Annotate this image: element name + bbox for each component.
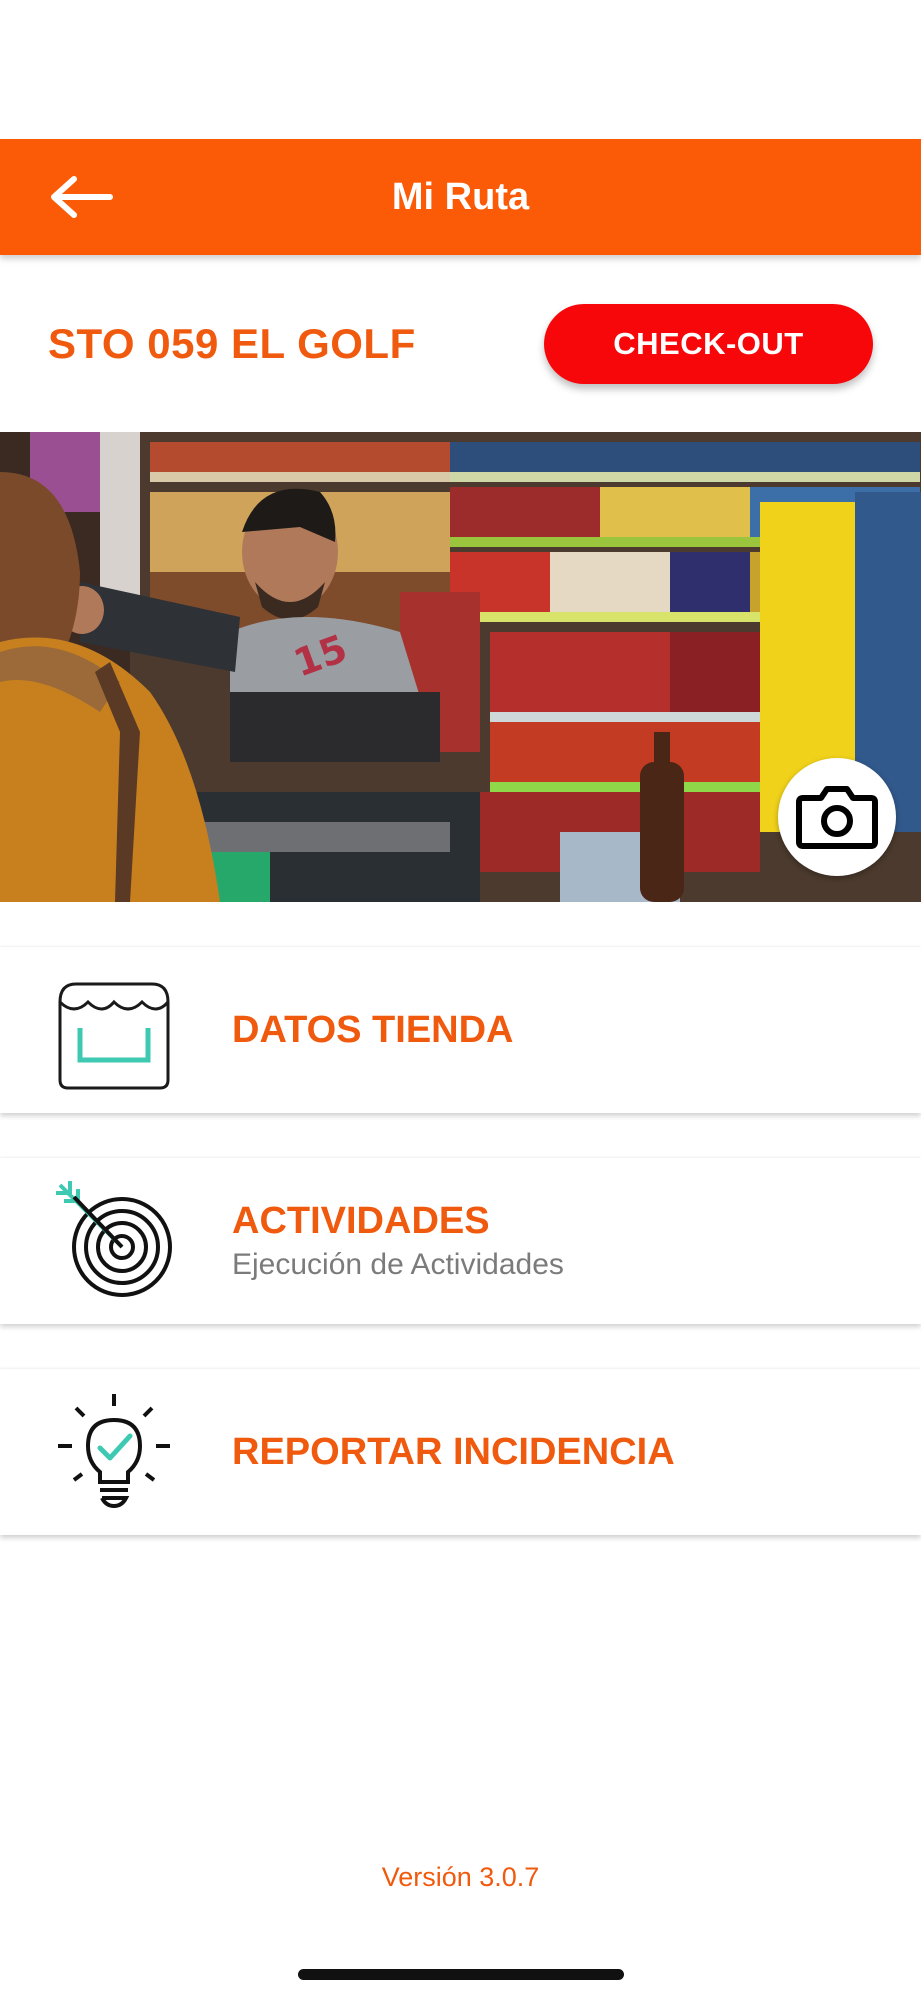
version-label: Versión 3.0.7	[381, 1862, 540, 1892]
status-bar	[0, 0, 921, 139]
menu-item-label: ACTIVIDADES	[232, 1200, 490, 1242]
store-icon	[52, 968, 176, 1092]
store-name: STO 059 EL GOLF	[48, 320, 416, 367]
lightbulb-check-icon	[52, 1390, 176, 1514]
checkout-button[interactable]: CHECK-OUT	[544, 304, 873, 384]
home-indicator	[298, 1969, 624, 1980]
menu-item-label: DATOS TIENDA	[232, 1009, 514, 1051]
store-header: STO 059 EL GOLF CHECK-OUT	[0, 300, 921, 390]
menu-item-actividades[interactable]: ACTIVIDADES Ejecución de Actividades	[0, 1158, 921, 1324]
camera-icon	[796, 786, 878, 849]
menu-item-subtitle: Ejecución de Actividades	[232, 1248, 564, 1281]
page-title: Mi Ruta	[391, 175, 530, 218]
menu-item-label: REPORTAR INCIDENCIA	[232, 1431, 675, 1473]
target-icon	[52, 1179, 176, 1303]
menu-item-reportar-incidencia[interactable]: REPORTAR INCIDENCIA	[0, 1369, 921, 1535]
app-bar: Mi Ruta	[0, 139, 921, 255]
camera-button[interactable]	[778, 758, 896, 876]
menu-item-datos-tienda[interactable]: DATOS TIENDA	[0, 947, 921, 1113]
